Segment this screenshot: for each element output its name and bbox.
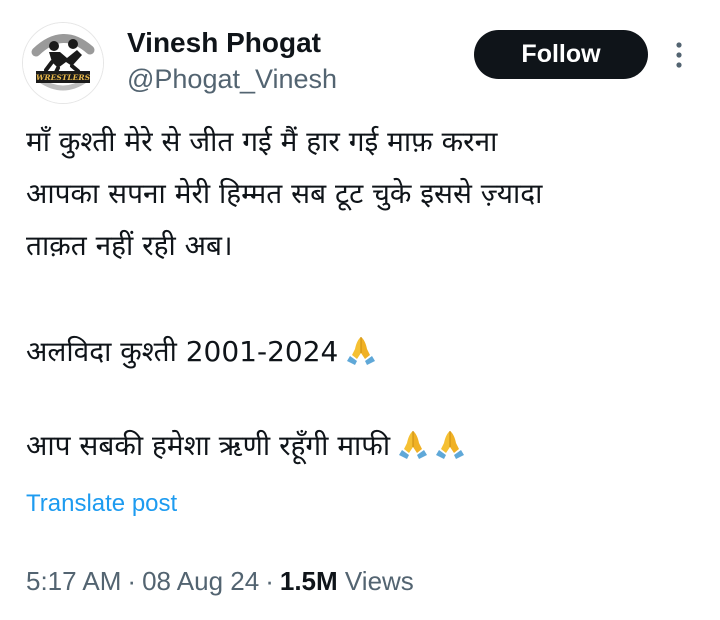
folded-hands-icon: [436, 431, 465, 459]
meta-separator: ·: [265, 566, 274, 596]
tweet-line: आपका सपना मेरी हिम्मत सब टूट चुके इससे ज…: [26, 177, 543, 210]
tweet-card: WRESTLERS Vinesh Phogat @Phogat_Vinesh F…: [0, 0, 720, 620]
folded-hands-icon: [399, 431, 428, 459]
tweet-line: ताक़त नहीं रही अब।: [26, 229, 233, 262]
author-name[interactable]: Vinesh Phogat: [127, 27, 321, 59]
translate-post-link[interactable]: Translate post: [26, 490, 177, 518]
emoji-group: [344, 326, 381, 374]
emoji-group: [396, 420, 470, 468]
tweet-line-farewell: अलविदा कुश्ती 2001-2024: [26, 328, 381, 376]
author-avatar[interactable]: WRESTLERS: [22, 22, 104, 104]
tweet-line-text: अलविदा कुश्ती 2001-2024: [26, 335, 339, 368]
tweet-line-text: आप सबकी हमेशा ऋणी रहूँगी माफी: [26, 429, 391, 462]
folded-hands-icon: [347, 337, 376, 365]
tweet-line: माँ कुश्ती मेरे से जीत गई मैं हार गई माफ…: [26, 125, 498, 158]
views-count: 1.5M: [279, 566, 338, 596]
avatar-banner-text: WRESTLERS: [36, 73, 91, 82]
author-handle[interactable]: @Phogat_Vinesh: [127, 64, 337, 95]
post-date[interactable]: 08 Aug 24: [142, 566, 259, 596]
meta-separator: ·: [127, 566, 137, 596]
follow-button[interactable]: Follow: [474, 30, 648, 79]
wrestlers-logo-icon: WRESTLERS: [23, 23, 103, 103]
post-time[interactable]: 5:17 AM: [26, 566, 121, 596]
views-label: Views: [344, 566, 414, 596]
tweet-line-apology: आप सबकी हमेशा ऋणी रहूँगी माफी: [26, 422, 470, 470]
more-vertical-icon[interactable]: [671, 40, 687, 70]
tweet-meta: 5:17 AM · 08 Aug 24 · 1.5M Views: [26, 566, 414, 597]
